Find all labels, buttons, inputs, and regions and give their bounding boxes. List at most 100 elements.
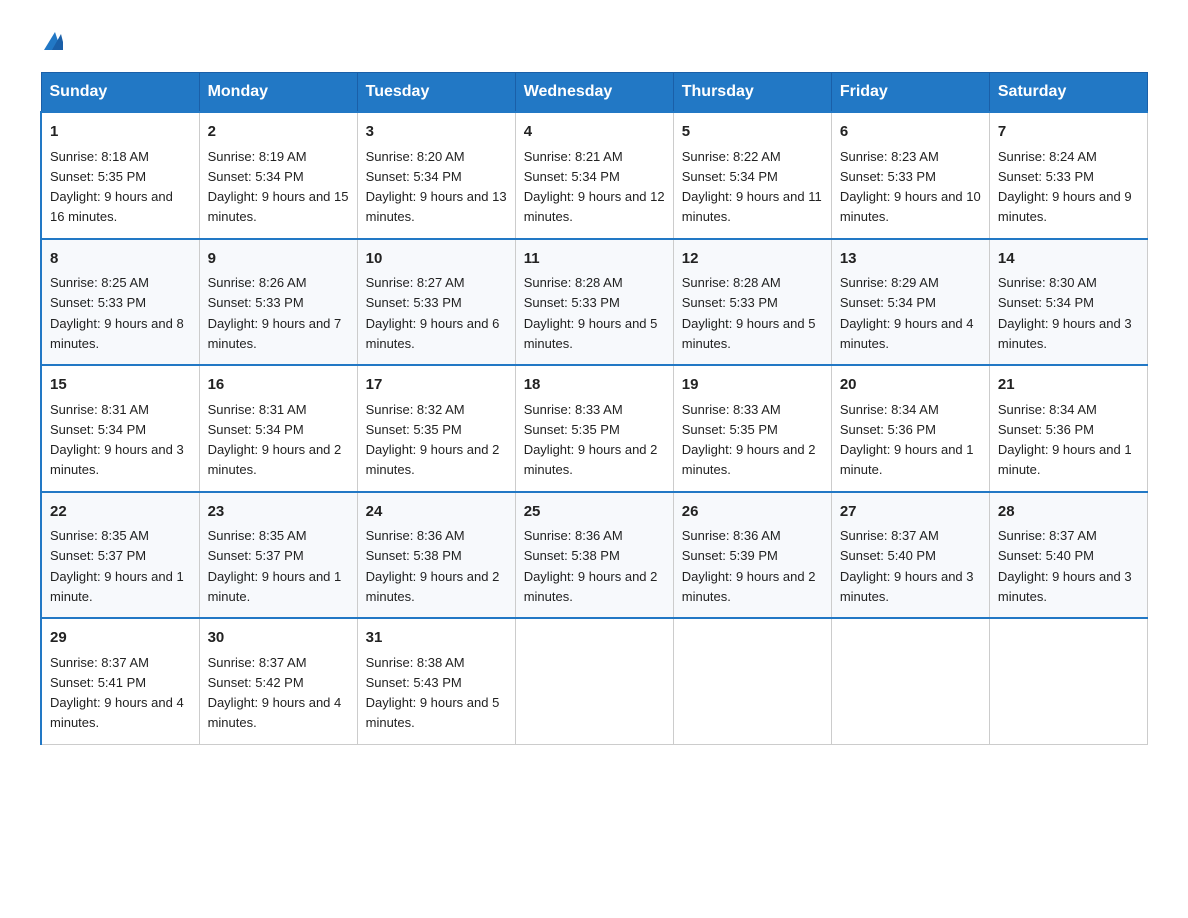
week-row-2: 8 Sunrise: 8:25 AMSunset: 5:33 PMDaylight…	[41, 239, 1148, 366]
day-info: Sunrise: 8:21 AMSunset: 5:34 PMDaylight:…	[524, 149, 665, 225]
day-info: Sunrise: 8:29 AMSunset: 5:34 PMDaylight:…	[840, 275, 974, 351]
calendar-cell: 31Sunrise: 8:38 AMSunset: 5:43 PMDayligh…	[357, 618, 515, 744]
page-header	[40, 30, 1148, 52]
day-info: Sunrise: 8:36 AMSunset: 5:38 PMDaylight:…	[366, 528, 500, 604]
day-info: Sunrise: 8:19 AMSunset: 5:34 PMDaylight:…	[208, 149, 349, 225]
calendar-cell: 29 Sunrise: 8:37 AMSunset: 5:41 PMDayligh…	[41, 618, 199, 744]
calendar-cell: 10 Sunrise: 8:27 AMSunset: 5:33 PMDayligh…	[357, 239, 515, 366]
day-info: Sunrise: 8:35 AMSunset: 5:37 PMDaylight:…	[50, 528, 184, 604]
day-number: 16	[208, 374, 349, 397]
calendar-cell: 12Sunrise: 8:28 AMSunset: 5:33 PMDayligh…	[673, 239, 831, 366]
calendar-cell: 11 Sunrise: 8:28 AMSunset: 5:33 PMDayligh…	[515, 239, 673, 366]
calendar-cell: 1 Sunrise: 8:18 AMSunset: 5:35 PMDaylight…	[41, 112, 199, 239]
day-number: 27	[840, 501, 981, 524]
day-info: Sunrise: 8:31 AMSunset: 5:34 PMDaylight:…	[208, 402, 342, 478]
day-info: Sunrise: 8:36 AMSunset: 5:39 PMDaylight:…	[682, 528, 816, 604]
calendar-cell: 20 Sunrise: 8:34 AMSunset: 5:36 PMDayligh…	[831, 365, 989, 492]
calendar-cell: 17 Sunrise: 8:32 AMSunset: 5:35 PMDayligh…	[357, 365, 515, 492]
day-info: Sunrise: 8:31 AMSunset: 5:34 PMDaylight:…	[50, 402, 184, 478]
day-info: Sunrise: 8:32 AMSunset: 5:35 PMDaylight:…	[366, 402, 500, 478]
day-info: Sunrise: 8:23 AMSunset: 5:33 PMDaylight:…	[840, 149, 981, 225]
day-info: Sunrise: 8:37 AMSunset: 5:41 PMDaylight:…	[50, 655, 184, 731]
day-info: Sunrise: 8:34 AMSunset: 5:36 PMDaylight:…	[998, 402, 1132, 478]
day-number: 21	[998, 374, 1139, 397]
week-row-5: 29 Sunrise: 8:37 AMSunset: 5:41 PMDayligh…	[41, 618, 1148, 744]
day-info: Sunrise: 8:35 AMSunset: 5:37 PMDaylight:…	[208, 528, 342, 604]
header-day-tuesday: Tuesday	[357, 73, 515, 113]
day-number: 29	[50, 627, 191, 650]
day-number: 13	[840, 248, 981, 271]
calendar-cell: 23Sunrise: 8:35 AMSunset: 5:37 PMDayligh…	[199, 492, 357, 619]
day-number: 2	[208, 121, 349, 144]
calendar-cell: 22 Sunrise: 8:35 AMSunset: 5:37 PMDayligh…	[41, 492, 199, 619]
day-number: 18	[524, 374, 665, 397]
day-info: Sunrise: 8:33 AMSunset: 5:35 PMDaylight:…	[524, 402, 658, 478]
header-day-sunday: Sunday	[41, 73, 199, 113]
calendar-cell: 26 Sunrise: 8:36 AMSunset: 5:39 PMDayligh…	[673, 492, 831, 619]
day-number: 8	[50, 248, 191, 271]
day-info: Sunrise: 8:28 AMSunset: 5:33 PMDaylight:…	[524, 275, 658, 351]
day-info: Sunrise: 8:37 AMSunset: 5:40 PMDaylight:…	[998, 528, 1132, 604]
day-number: 24	[366, 501, 507, 524]
day-number: 25	[524, 501, 665, 524]
header-day-saturday: Saturday	[989, 73, 1147, 113]
calendar-cell: 7 Sunrise: 8:24 AMSunset: 5:33 PMDaylight…	[989, 112, 1147, 239]
day-info: Sunrise: 8:37 AMSunset: 5:40 PMDaylight:…	[840, 528, 974, 604]
header-row: SundayMondayTuesdayWednesdayThursdayFrid…	[41, 73, 1148, 113]
day-info: Sunrise: 8:33 AMSunset: 5:35 PMDaylight:…	[682, 402, 816, 478]
day-number: 7	[998, 121, 1139, 144]
day-number: 12	[682, 248, 823, 271]
calendar-cell	[989, 618, 1147, 744]
day-number: 9	[208, 248, 349, 271]
calendar-cell: 16 Sunrise: 8:31 AMSunset: 5:34 PMDayligh…	[199, 365, 357, 492]
calendar-cell: 9Sunrise: 8:26 AMSunset: 5:33 PMDaylight…	[199, 239, 357, 366]
day-info: Sunrise: 8:22 AMSunset: 5:34 PMDaylight:…	[682, 149, 822, 225]
calendar-cell: 8 Sunrise: 8:25 AMSunset: 5:33 PMDaylight…	[41, 239, 199, 366]
calendar-cell	[673, 618, 831, 744]
day-info: Sunrise: 8:36 AMSunset: 5:38 PMDaylight:…	[524, 528, 658, 604]
calendar-cell: 3 Sunrise: 8:20 AMSunset: 5:34 PMDaylight…	[357, 112, 515, 239]
day-number: 1	[50, 121, 191, 144]
day-info: Sunrise: 8:25 AMSunset: 5:33 PMDaylight:…	[50, 275, 184, 351]
day-number: 11	[524, 248, 665, 271]
calendar-cell: 27 Sunrise: 8:37 AMSunset: 5:40 PMDayligh…	[831, 492, 989, 619]
day-number: 6	[840, 121, 981, 144]
calendar-cell: 13 Sunrise: 8:29 AMSunset: 5:34 PMDayligh…	[831, 239, 989, 366]
day-number: 4	[524, 121, 665, 144]
day-number: 26	[682, 501, 823, 524]
week-row-4: 22 Sunrise: 8:35 AMSunset: 5:37 PMDayligh…	[41, 492, 1148, 619]
logo-triangle-icon	[41, 30, 63, 52]
day-number: 3	[366, 121, 507, 144]
header-day-thursday: Thursday	[673, 73, 831, 113]
calendar-cell: 25 Sunrise: 8:36 AMSunset: 5:38 PMDayligh…	[515, 492, 673, 619]
day-info: Sunrise: 8:27 AMSunset: 5:33 PMDaylight:…	[366, 275, 500, 351]
day-number: 14	[998, 248, 1139, 271]
calendar-cell: 2 Sunrise: 8:19 AMSunset: 5:34 PMDaylight…	[199, 112, 357, 239]
day-number: 22	[50, 501, 191, 524]
day-number: 17	[366, 374, 507, 397]
logo	[40, 30, 64, 52]
week-row-1: 1 Sunrise: 8:18 AMSunset: 5:35 PMDaylight…	[41, 112, 1148, 239]
day-info: Sunrise: 8:18 AMSunset: 5:35 PMDaylight:…	[50, 149, 173, 225]
day-info: Sunrise: 8:30 AMSunset: 5:34 PMDaylight:…	[998, 275, 1132, 351]
header-day-friday: Friday	[831, 73, 989, 113]
day-number: 28	[998, 501, 1139, 524]
calendar-cell: 6 Sunrise: 8:23 AMSunset: 5:33 PMDaylight…	[831, 112, 989, 239]
day-number: 20	[840, 374, 981, 397]
day-number: 10	[366, 248, 507, 271]
calendar-cell: 15Sunrise: 8:31 AMSunset: 5:34 PMDayligh…	[41, 365, 199, 492]
calendar-cell: 28 Sunrise: 8:37 AMSunset: 5:40 PMDayligh…	[989, 492, 1147, 619]
calendar-cell: 18 Sunrise: 8:33 AMSunset: 5:35 PMDayligh…	[515, 365, 673, 492]
day-info: Sunrise: 8:34 AMSunset: 5:36 PMDaylight:…	[840, 402, 974, 478]
calendar-cell: 19Sunrise: 8:33 AMSunset: 5:35 PMDayligh…	[673, 365, 831, 492]
calendar-cell: 4 Sunrise: 8:21 AMSunset: 5:34 PMDaylight…	[515, 112, 673, 239]
day-number: 5	[682, 121, 823, 144]
day-info: Sunrise: 8:20 AMSunset: 5:34 PMDaylight:…	[366, 149, 507, 225]
calendar-cell	[515, 618, 673, 744]
calendar-cell: 30Sunrise: 8:37 AMSunset: 5:42 PMDayligh…	[199, 618, 357, 744]
header-day-wednesday: Wednesday	[515, 73, 673, 113]
day-info: Sunrise: 8:37 AMSunset: 5:42 PMDaylight:…	[208, 655, 342, 731]
calendar-cell: 24 Sunrise: 8:36 AMSunset: 5:38 PMDayligh…	[357, 492, 515, 619]
day-info: Sunrise: 8:24 AMSunset: 5:33 PMDaylight:…	[998, 149, 1132, 225]
calendar-cell: 14 Sunrise: 8:30 AMSunset: 5:34 PMDayligh…	[989, 239, 1147, 366]
